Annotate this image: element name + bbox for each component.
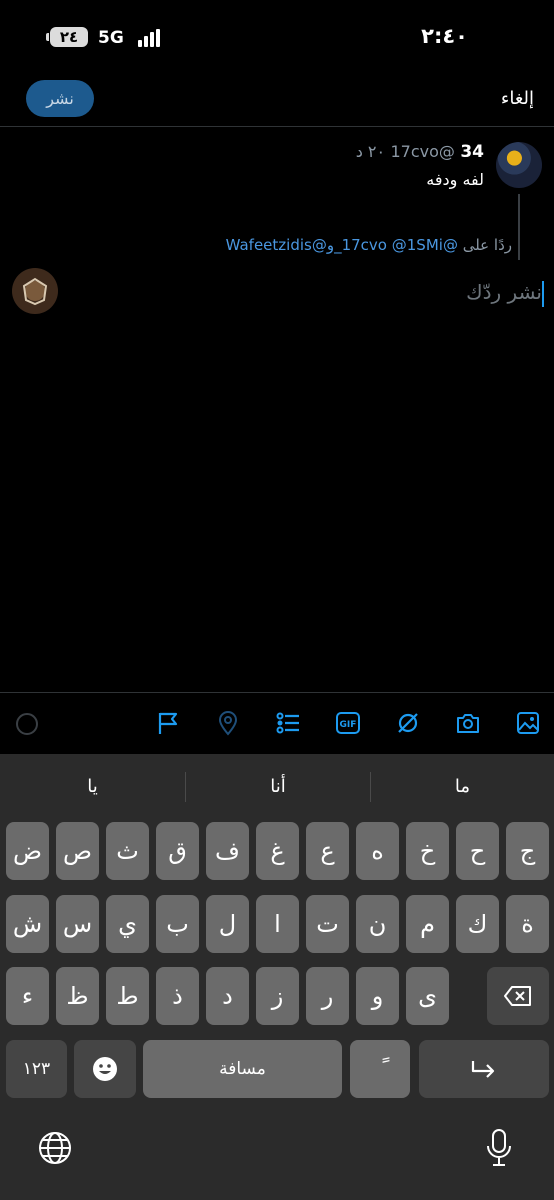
keyboard-key[interactable]: ي: [106, 895, 149, 953]
network-type: 5G: [98, 28, 124, 48]
keyboard-key[interactable]: ل: [206, 895, 249, 953]
space-key[interactable]: مسافة: [143, 1040, 342, 1098]
keyboard-key[interactable]: ح: [456, 822, 499, 880]
keyboard-key[interactable]: س: [56, 895, 99, 953]
progress-ring-icon: [16, 713, 38, 735]
keyboard-key[interactable]: ع: [306, 822, 349, 880]
status-time: ٢:٤٠: [421, 24, 468, 48]
location-pin-icon[interactable]: [215, 710, 241, 736]
keyboard-key[interactable]: خ: [406, 822, 449, 880]
author-handle[interactable]: @17cvo: [391, 142, 455, 161]
suggestion-3[interactable]: ما: [371, 768, 554, 804]
mention-conjunction: و: [326, 236, 335, 254]
backspace-icon: [504, 986, 531, 1006]
keyboard-key[interactable]: ش: [6, 895, 49, 953]
gif-icon[interactable]: GIF: [335, 710, 361, 736]
reply-input[interactable]: نشر ردّك: [466, 280, 544, 307]
keyboard-key[interactable]: د: [206, 967, 249, 1025]
my-avatar[interactable]: [12, 268, 58, 314]
keyboard-key[interactable]: م: [406, 895, 449, 953]
keyboard-key[interactable]: ف: [206, 822, 249, 880]
keyboard-key[interactable]: ط: [106, 967, 149, 1025]
numbers-key[interactable]: ١٢٣: [6, 1040, 67, 1098]
camera-icon[interactable]: [455, 710, 481, 736]
grok-icon[interactable]: [395, 710, 421, 736]
tweet-time: ٢٠ د: [355, 142, 386, 161]
keyboard-key[interactable]: و: [356, 967, 399, 1025]
keyboard-key[interactable]: ة: [506, 895, 549, 953]
keyboard-key[interactable]: ء: [6, 967, 49, 1025]
flag-icon[interactable]: [155, 710, 181, 736]
globe-icon[interactable]: [37, 1130, 73, 1170]
backspace-key[interactable]: [487, 967, 549, 1025]
signal-icon: [138, 29, 162, 47]
return-key[interactable]: [419, 1040, 549, 1098]
tweet-header: 34 @17cvo ٢٠ د: [356, 142, 484, 162]
keyboard-key[interactable]: ز: [256, 967, 299, 1025]
keyboard-key[interactable]: ث: [106, 822, 149, 880]
toolbar-divider: [0, 692, 554, 693]
cancel-button[interactable]: إلغاء: [501, 88, 534, 109]
mic-icon[interactable]: [484, 1128, 514, 1172]
suggestion-1[interactable]: يا: [0, 768, 185, 804]
diacritic-key[interactable]: ً: [350, 1040, 410, 1098]
battery-indicator: ٢٤: [46, 27, 88, 47]
svg-text:GIF: GIF: [340, 720, 357, 730]
thread-line: [518, 194, 520, 260]
emoji-icon: [93, 1057, 117, 1081]
status-bar: ٢٤ 5G ٢:٤٠: [0, 0, 554, 70]
text-caret: [542, 281, 544, 307]
author-name[interactable]: 34: [460, 142, 484, 162]
keyboard-key[interactable]: ص: [56, 822, 99, 880]
keyboard-key[interactable]: ج: [506, 822, 549, 880]
keyboard-key[interactable]: ذ: [156, 967, 199, 1025]
keyboard-key[interactable]: ك: [456, 895, 499, 953]
reply-placeholder: نشر ردّك: [466, 280, 542, 304]
replying-to: ردًا على @17cvo @1SMi_و@Wafeetzidis: [226, 236, 512, 254]
keyboard-key[interactable]: ر: [306, 967, 349, 1025]
keyboard-key[interactable]: ن: [356, 895, 399, 953]
keyboard-key[interactable]: ض: [6, 822, 49, 880]
image-icon[interactable]: [515, 710, 541, 736]
suggestion-2[interactable]: أنا: [186, 768, 370, 804]
keyboard-key[interactable]: ى: [406, 967, 449, 1025]
emoji-key[interactable]: [74, 1040, 136, 1098]
keyboard-key[interactable]: ا: [256, 895, 299, 953]
original-author-avatar[interactable]: [496, 142, 542, 188]
post-button[interactable]: نشر: [26, 80, 94, 117]
return-icon: [471, 1061, 495, 1078]
keyboard-key[interactable]: ب: [156, 895, 199, 953]
keyboard-key[interactable]: ه: [356, 822, 399, 880]
tweet-text: لفه ودفه: [426, 170, 484, 189]
keyboard-key[interactable]: ق: [156, 822, 199, 880]
keyboard-key[interactable]: ظ: [56, 967, 99, 1025]
replying-to-prefix: ردًا على: [462, 236, 512, 254]
keyboard-key[interactable]: ت: [306, 895, 349, 953]
mention-link[interactable]: @Wafeetzidis: [226, 236, 327, 254]
header-divider: [0, 126, 554, 127]
poll-list-icon[interactable]: [275, 710, 301, 736]
keyboard-key[interactable]: غ: [256, 822, 299, 880]
